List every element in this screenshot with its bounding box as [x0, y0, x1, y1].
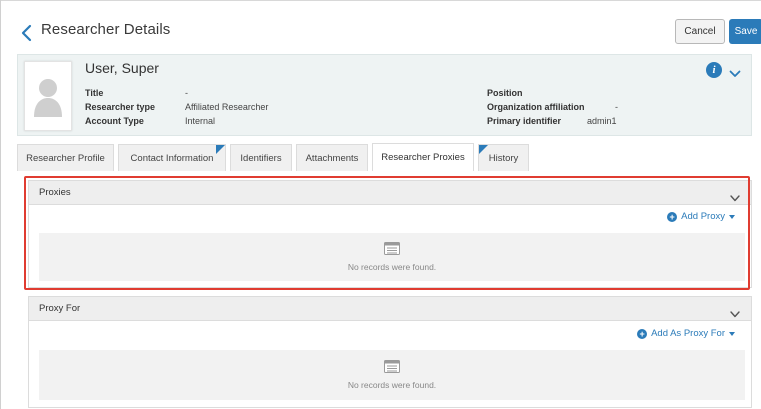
chevron-left-icon[interactable] [20, 22, 34, 44]
proxies-section: Proxies + Add Proxy No records were foun… [28, 180, 752, 288]
updated-flag-icon [479, 145, 488, 154]
tab-identifiers[interactable]: Identifiers [230, 144, 292, 171]
proxy-for-empty-state: No records were found. [39, 350, 745, 400]
researcher-type-value: Affiliated Researcher [185, 102, 269, 112]
account-type-value: Internal [185, 116, 216, 126]
researcher-summary-card: User, Super i Title - Researcher type Af… [17, 54, 752, 136]
tab-label: Identifiers [240, 152, 282, 164]
window-top-border [0, 0, 761, 1]
cancel-button[interactable]: Cancel [675, 19, 725, 44]
proxies-empty-state: No records were found. [39, 233, 745, 281]
tab-history[interactable]: History [478, 144, 529, 171]
tab-label: Contact Information [130, 152, 214, 164]
tab-label: History [488, 152, 519, 164]
tab-contact-information[interactable]: Contact Information [118, 144, 226, 171]
save-button[interactable]: Save [729, 19, 761, 44]
user-silhouette-icon [34, 79, 62, 117]
tab-researcher-profile[interactable]: Researcher Profile [17, 144, 114, 171]
window-left-border [0, 0, 1, 409]
info-icon[interactable]: i [706, 62, 722, 78]
caret-down-icon [729, 214, 735, 219]
add-proxy-label: Add Proxy [681, 211, 725, 222]
list-icon [384, 242, 400, 255]
primary-identifier-label: Primary identifier [487, 116, 562, 126]
researcher-type-label: Researcher type [85, 102, 156, 112]
position-label: Position [487, 88, 523, 98]
caret-down-icon [729, 331, 735, 336]
page-title: Researcher Details [41, 21, 171, 38]
proxy-for-section-header[interactable]: Proxy For [29, 297, 751, 321]
avatar [24, 61, 72, 131]
researcher-name: User, Super [85, 60, 159, 76]
add-proxy-button[interactable]: + Add Proxy [667, 211, 735, 222]
chevron-down-icon[interactable] [730, 305, 740, 323]
updated-flag-icon [216, 145, 225, 154]
tab-label: Researcher Proxies [381, 152, 465, 163]
chevron-down-icon[interactable] [729, 65, 741, 83]
proxies-section-title: Proxies [39, 187, 71, 198]
plus-circle-icon: + [637, 328, 648, 339]
tab-attachments[interactable]: Attachments [296, 144, 368, 171]
title-label: Title [85, 88, 104, 98]
tab-bar: Researcher Profile Contact Information I… [17, 143, 752, 171]
proxies-section-header[interactable]: Proxies [29, 181, 751, 205]
proxy-for-section-title: Proxy For [39, 303, 81, 314]
add-as-proxy-for-button[interactable]: + Add As Proxy For [637, 328, 735, 339]
chevron-down-icon[interactable] [730, 189, 740, 207]
title-value: - [185, 88, 188, 98]
tab-label: Researcher Profile [26, 152, 105, 164]
tab-researcher-proxies[interactable]: Researcher Proxies [372, 143, 474, 171]
organization-affiliation-label: Organization affiliation [487, 102, 585, 112]
list-icon [384, 360, 400, 373]
proxy-for-empty-text: No records were found. [347, 380, 437, 390]
primary-identifier-value: admin1 [587, 116, 617, 126]
add-as-proxy-for-label: Add As Proxy For [651, 328, 725, 339]
page-header: Researcher Details Cancel Save [8, 12, 761, 52]
tab-label: Attachments [305, 152, 359, 164]
organization-affiliation-value: - [615, 102, 618, 112]
account-type-label: Account Type [85, 116, 144, 126]
proxies-empty-text: No records were found. [347, 262, 437, 272]
proxy-for-section: Proxy For + Add As Proxy For No records … [28, 296, 752, 408]
plus-circle-icon: + [667, 211, 678, 222]
